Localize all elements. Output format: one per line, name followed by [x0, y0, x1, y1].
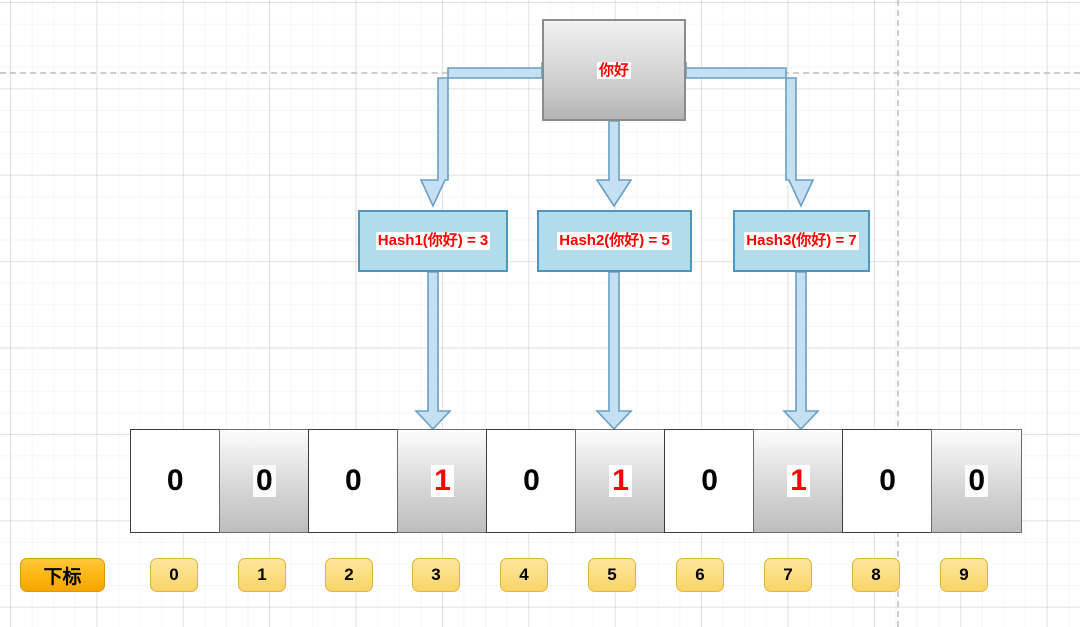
index-label-0: 0 — [169, 565, 179, 584]
bit-cell-0[interactable]: 0 — [130, 429, 221, 533]
bit-value-0: 0 — [163, 465, 187, 497]
hash-function-label-2: Hash2(你好) = 5 — [557, 232, 672, 250]
bit-cell-1[interactable]: 0 — [219, 429, 310, 533]
index-label-8: 8 — [871, 565, 881, 584]
index-badge-9[interactable]: 9 — [940, 558, 988, 592]
index-badge-2[interactable]: 2 — [325, 558, 373, 592]
index-badge-6[interactable]: 6 — [676, 558, 724, 592]
index-badge-4[interactable]: 4 — [500, 558, 548, 592]
bit-value-2: 0 — [342, 465, 365, 497]
index-row-header-badge: 下标 — [20, 558, 105, 592]
index-badge-1[interactable]: 1 — [238, 558, 286, 592]
arrow-hash3-to-bit7 — [782, 271, 820, 431]
source-data-label: 你好 — [596, 61, 631, 79]
index-label-6: 6 — [695, 565, 705, 584]
horizontal-guide-line — [0, 72, 1080, 74]
hash-function-box-1[interactable]: Hash1(你好) = 3 — [358, 210, 508, 272]
bit-cell-5[interactable]: 1 — [575, 429, 666, 533]
index-label-1: 1 — [257, 565, 267, 584]
index-row: 下标 0 1 2 3 4 5 6 7 8 9 — [0, 558, 1080, 600]
hash-function-label-1: Hash1(你好) = 3 — [375, 232, 491, 250]
bit-value-9: 0 — [965, 465, 989, 497]
bit-cell-6[interactable]: 0 — [664, 429, 755, 533]
bit-value-5: 1 — [609, 465, 632, 497]
bit-value-4: 0 — [520, 465, 543, 497]
bit-cell-3[interactable]: 1 — [397, 429, 488, 533]
bit-value-1: 0 — [252, 465, 276, 497]
hash-function-box-3[interactable]: Hash3(你好) = 7 — [733, 210, 870, 272]
bit-cell-9[interactable]: 0 — [931, 429, 1022, 533]
index-label-3: 3 — [431, 565, 441, 584]
index-label-2: 2 — [344, 565, 354, 584]
bit-value-8: 0 — [876, 465, 899, 497]
diagram-canvas: 你好 Hash1(你好) = 3 Hash2(你好) = 5 Hash3(你好)… — [0, 0, 1080, 627]
arrow-source-to-hash3 — [685, 62, 815, 208]
bit-cell-7[interactable]: 1 — [753, 429, 844, 533]
index-label-5: 5 — [607, 565, 617, 584]
index-row-header-label: 下标 — [43, 566, 82, 588]
arrow-hash1-to-bit3 — [414, 271, 452, 431]
bit-value-7: 1 — [787, 465, 810, 497]
bit-value-6: 0 — [698, 465, 721, 497]
bit-cell-2[interactable]: 0 — [308, 429, 399, 533]
arrow-source-to-hash1 — [419, 62, 543, 208]
index-label-9: 9 — [959, 565, 969, 584]
index-label-4: 4 — [519, 565, 529, 584]
bit-cell-8[interactable]: 0 — [842, 429, 933, 533]
arrow-hash2-to-bit5 — [595, 271, 633, 431]
bit-array: 0 0 0 1 0 1 0 1 0 0 — [130, 429, 1022, 533]
hash-function-label-3: Hash3(你好) = 7 — [744, 232, 859, 250]
index-label-7: 7 — [783, 565, 793, 584]
index-badge-3[interactable]: 3 — [412, 558, 460, 592]
bit-cell-4[interactable]: 0 — [486, 429, 577, 533]
index-badge-8[interactable]: 8 — [852, 558, 900, 592]
index-badge-7[interactable]: 7 — [764, 558, 812, 592]
index-badge-5[interactable]: 5 — [588, 558, 636, 592]
hash-function-box-2[interactable]: Hash2(你好) = 5 — [537, 210, 692, 272]
index-badge-0[interactable]: 0 — [150, 558, 198, 592]
source-data-box[interactable]: 你好 — [542, 19, 686, 121]
arrow-source-to-hash2 — [595, 120, 633, 208]
bit-value-3: 1 — [431, 465, 454, 497]
